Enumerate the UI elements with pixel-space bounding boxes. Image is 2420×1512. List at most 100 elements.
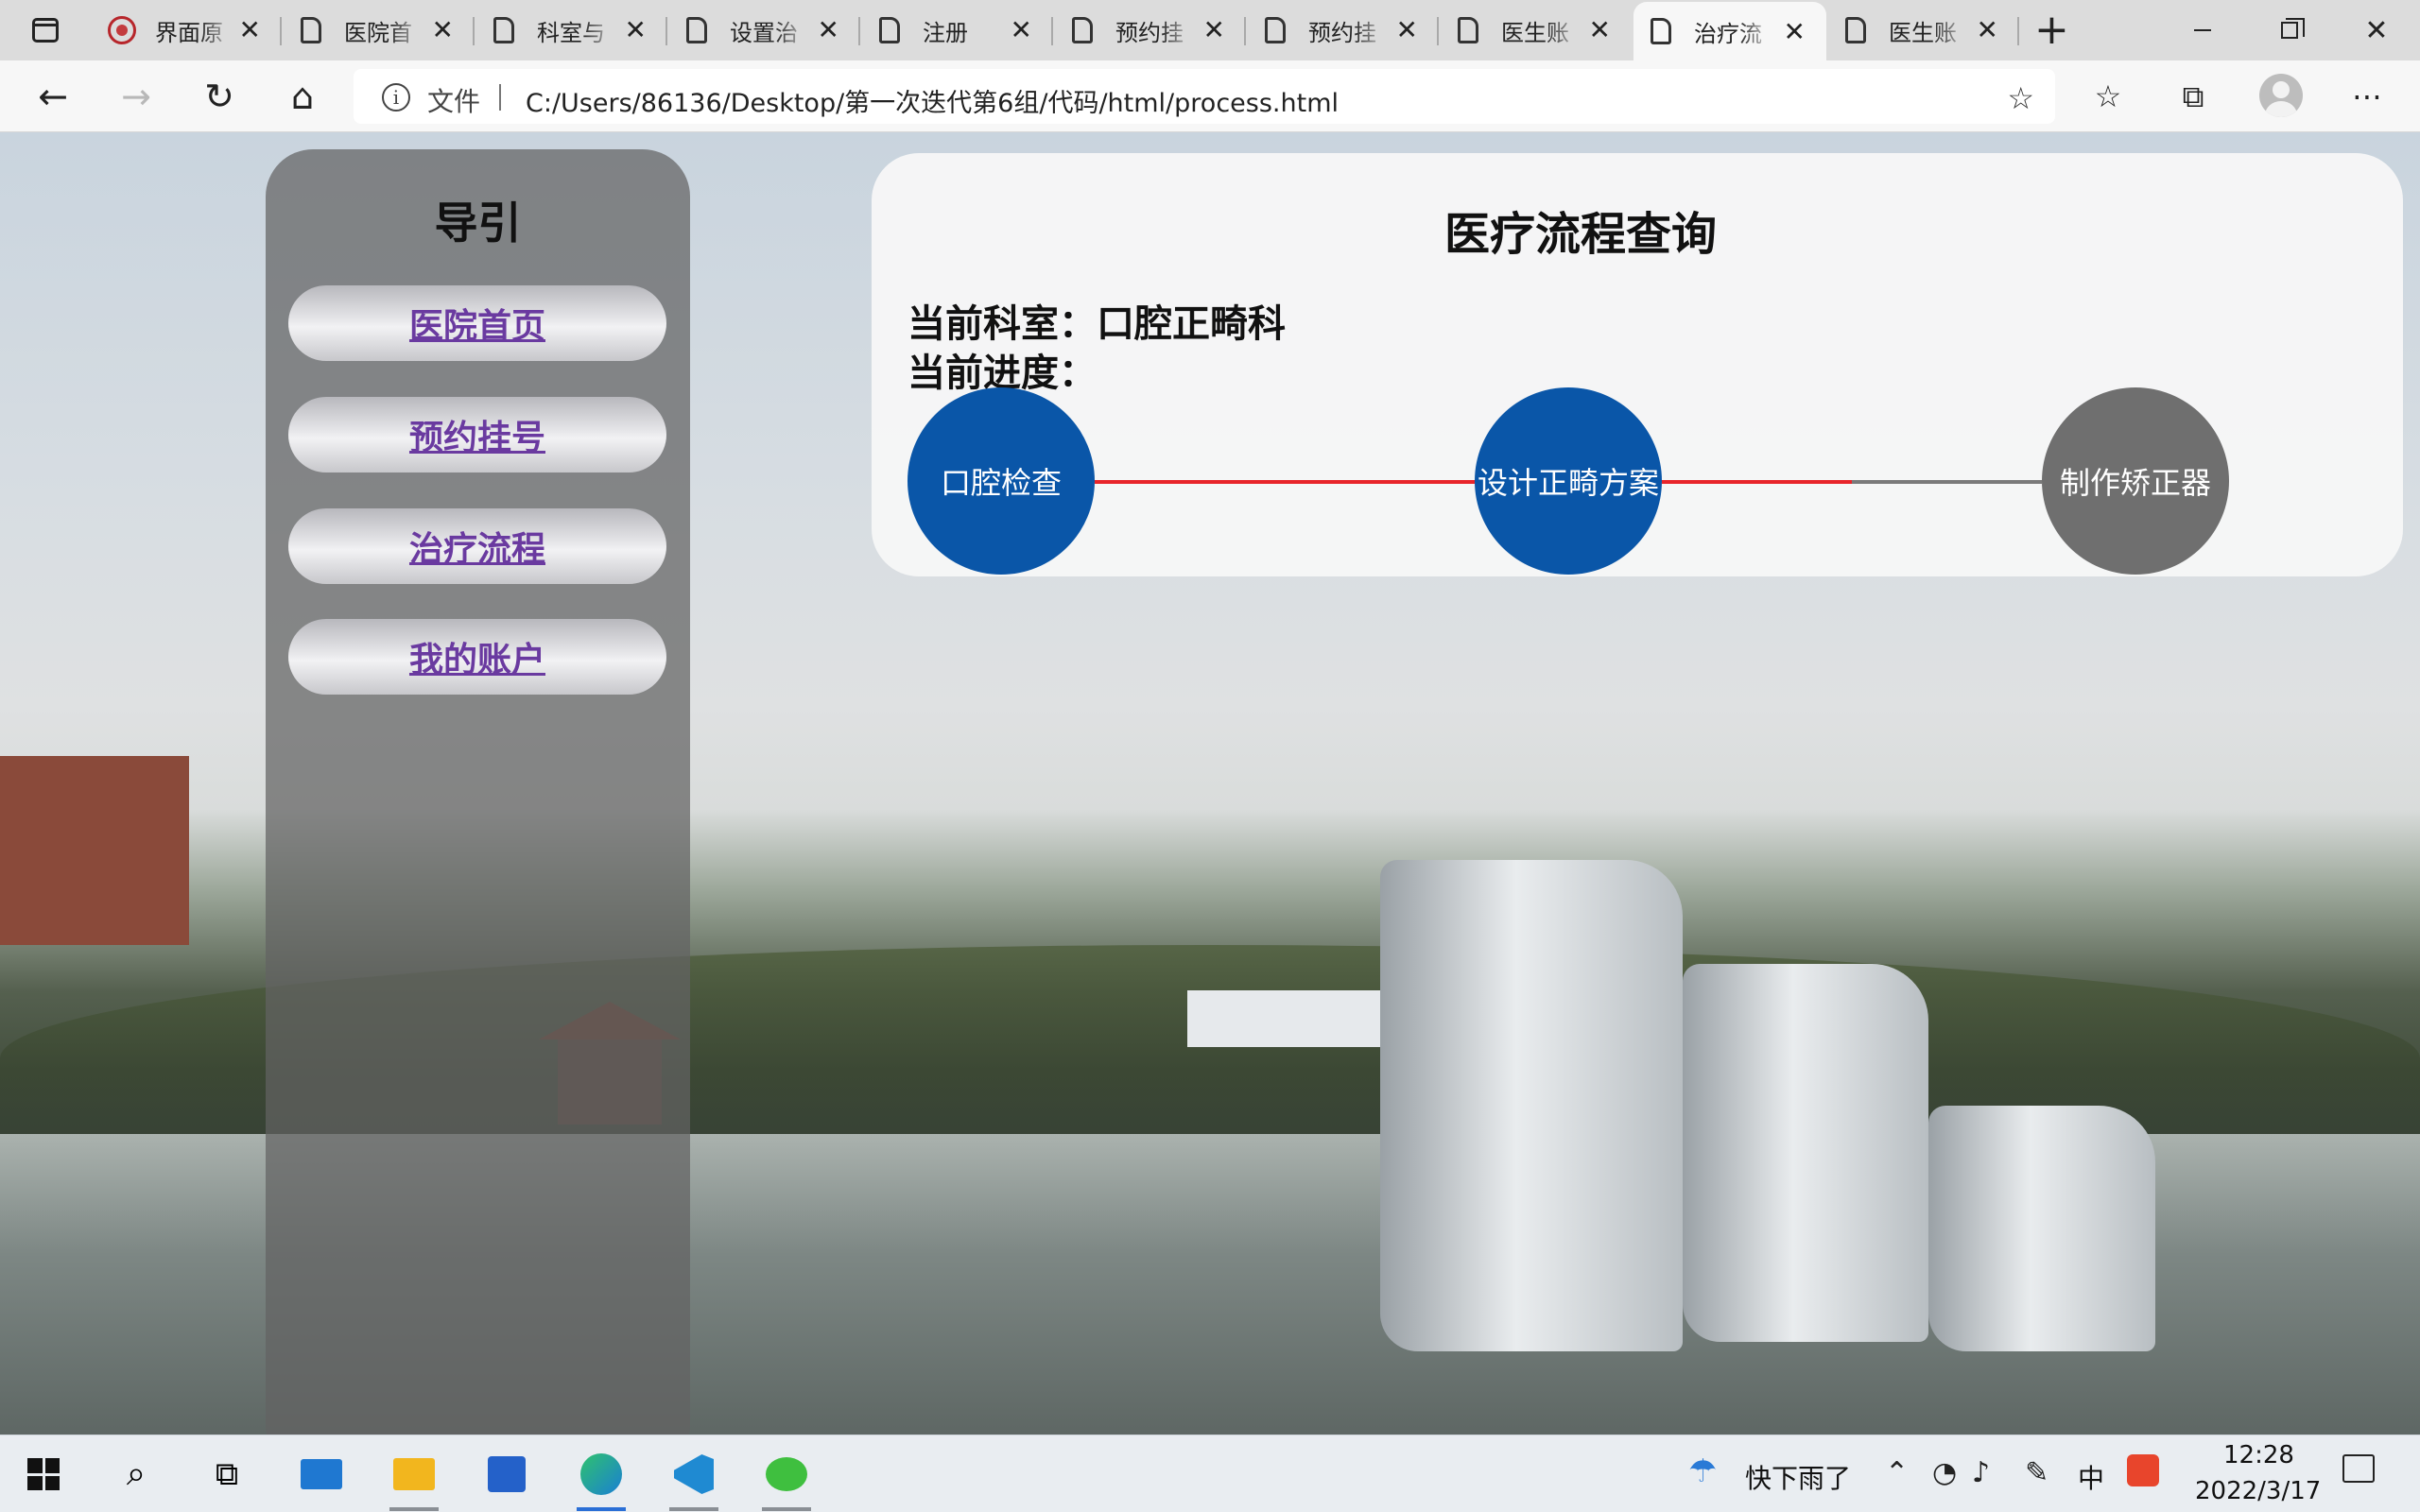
tab-3[interactable]: 设置治 ✕	[669, 0, 860, 60]
tab-2[interactable]: 科室与 ✕	[476, 0, 667, 60]
document-icon	[1072, 17, 1093, 43]
tab-7[interactable]: 医生账 ✕	[1441, 0, 1632, 60]
sidebar-item-account[interactable]: 我的账户	[288, 619, 666, 695]
sogou-ime-icon[interactable]	[2127, 1454, 2159, 1486]
tab-5[interactable]: 预约挂 ✕	[1055, 0, 1246, 60]
document-icon	[1845, 17, 1866, 43]
back-button[interactable]: ←	[26, 74, 79, 119]
address-bar[interactable]: i 文件 C:/Users/86136/Desktop/第一次迭代第6组/代码/…	[354, 69, 2055, 124]
minimize-button[interactable]	[2174, 8, 2231, 53]
document-icon	[1265, 17, 1286, 43]
search-icon[interactable]: ⌕	[108, 1447, 164, 1502]
step-oral-exam: 口腔检查	[908, 387, 1095, 575]
tab-close-icon[interactable]: ✕	[239, 17, 261, 43]
tab-close-icon[interactable]: ✕	[1203, 17, 1225, 43]
background-sculpture	[1683, 964, 1928, 1342]
background-sculpture	[1928, 1106, 2155, 1351]
document-icon	[1458, 17, 1478, 43]
tab-title: 科室与	[537, 19, 605, 46]
home-button[interactable]: ⌂	[276, 74, 329, 119]
background-sculpture	[1380, 860, 1683, 1351]
tab-close-icon[interactable]: ✕	[432, 17, 454, 43]
tab-close-icon[interactable]: ✕	[1784, 19, 1806, 45]
tab-1[interactable]: 医院首 ✕	[284, 0, 475, 60]
chevron-up-icon[interactable]: ⌃	[1885, 1456, 1909, 1489]
tab-6[interactable]: 预约挂 ✕	[1248, 0, 1439, 60]
process-panel: 医疗流程查询 当前科室：口腔正畸科 当前进度： 口腔检查 设计正畸方案 制作矫正…	[872, 153, 2403, 576]
store-icon[interactable]	[478, 1447, 535, 1502]
tab-close-icon[interactable]: ✕	[625, 17, 647, 43]
tab-actions-icon[interactable]	[26, 13, 64, 47]
page-viewport: 导引 医院首页 预约挂号 治疗流程 我的账户 医疗流程查询 当前科室：口腔正畸科…	[0, 132, 2420, 1435]
file-explorer-icon[interactable]	[386, 1447, 442, 1511]
task-view-icon[interactable]: ⧉	[199, 1447, 255, 1502]
step-label: 制作矫正器	[2059, 465, 2211, 501]
tab-close-icon[interactable]: ✕	[818, 17, 839, 43]
tab-close-icon[interactable]: ✕	[1589, 17, 1611, 43]
step-label: 口腔检查	[940, 465, 1062, 501]
background-building	[0, 756, 189, 945]
tab-4[interactable]: 注册 ✕	[862, 0, 1053, 60]
ime-indicator[interactable]: 中	[2078, 1458, 2104, 1496]
document-icon	[1651, 18, 1671, 44]
tab-8-active[interactable]: 治疗流 ✕	[1634, 2, 1826, 60]
mail-icon[interactable]	[293, 1447, 350, 1502]
forward-button[interactable]: →	[110, 74, 163, 119]
current-department: 当前科室：口腔正畸科	[908, 293, 1286, 348]
favorites-icon[interactable]: ☆	[2085, 76, 2131, 117]
tab-close-icon[interactable]: ✕	[1396, 17, 1418, 43]
sidebar-item-label[interactable]: 医院首页	[409, 299, 545, 348]
more-menu-icon[interactable]: ⋯	[2344, 76, 2390, 117]
protocol-label: 文件	[427, 86, 481, 117]
pen-icon[interactable]: ✎	[2025, 1456, 2048, 1489]
vscode-icon[interactable]	[666, 1447, 722, 1511]
tab-title: 设置治	[730, 19, 798, 46]
wechat-icon[interactable]	[758, 1447, 815, 1511]
step-orthodontic-plan: 设计正畸方案	[1475, 387, 1662, 575]
tab-9[interactable]: 医生账 ✕	[1828, 0, 2019, 60]
document-icon	[879, 17, 900, 43]
tab-close-icon[interactable]: ✕	[1977, 17, 1998, 43]
page-title: 医疗流程查询	[1443, 208, 1717, 261]
url-text[interactable]: C:/Users/86136/Desktop/第一次迭代第6组/代码/html/…	[526, 82, 1339, 119]
add-favorite-icon[interactable]: ☆	[2007, 80, 2034, 116]
tab-0[interactable]: 界面原 ✕	[91, 0, 282, 60]
document-icon	[493, 17, 514, 43]
start-button[interactable]	[15, 1447, 72, 1502]
document-icon	[686, 17, 707, 43]
tab-close-icon[interactable]: ✕	[1011, 17, 1032, 43]
sidebar: 导引 医院首页 预约挂号 治疗流程 我的账户	[266, 149, 690, 1435]
volume-icon[interactable]: ♪	[1972, 1456, 1990, 1489]
weather-icon[interactable]: ☂	[1688, 1452, 1717, 1490]
new-tab-button[interactable]: +	[2034, 9, 2069, 51]
close-window-button[interactable]: ✕	[2348, 8, 2405, 53]
clock-time[interactable]: 12:28	[2223, 1441, 2294, 1469]
department-label: 当前科室：	[908, 302, 1097, 346]
tab-title: 注册	[923, 19, 968, 46]
step-label: 设计正畸方案	[1477, 465, 1659, 501]
notification-icon[interactable]	[2342, 1454, 2375, 1483]
sidebar-item-label[interactable]: 我的账户	[409, 632, 545, 681]
info-icon[interactable]: i	[382, 83, 410, 112]
collections-icon[interactable]: ⧉	[2170, 76, 2216, 117]
wifi-icon[interactable]: ◔	[1932, 1456, 1957, 1489]
sidebar-item-appointment[interactable]: 预约挂号	[288, 397, 666, 472]
progress-steps: 口腔检查 设计正畸方案 制作矫正器	[908, 387, 2231, 576]
sidebar-item-home[interactable]: 医院首页	[288, 285, 666, 361]
weather-text[interactable]: 快下雨了	[1745, 1458, 1851, 1496]
refresh-button[interactable]: ↻	[193, 74, 246, 119]
edge-browser-icon[interactable]	[573, 1447, 630, 1511]
restore-button[interactable]	[2261, 8, 2318, 53]
tab-title: 医院首	[344, 19, 412, 46]
step-connector	[1095, 480, 1475, 484]
step-make-aligner: 制作矫正器	[2042, 387, 2229, 575]
tab-title: 治疗流	[1694, 20, 1762, 47]
sidebar-item-label[interactable]: 预约挂号	[409, 410, 545, 459]
profile-avatar[interactable]	[2259, 74, 2303, 117]
sidebar-item-label[interactable]: 治疗流程	[409, 522, 545, 571]
tab-title: 医生账	[1501, 19, 1569, 46]
sidebar-item-treatment[interactable]: 治疗流程	[288, 508, 666, 584]
document-icon	[301, 17, 321, 43]
tab-title: 界面原	[155, 19, 223, 46]
clock-date[interactable]: 2022/3/17	[2195, 1477, 2321, 1505]
